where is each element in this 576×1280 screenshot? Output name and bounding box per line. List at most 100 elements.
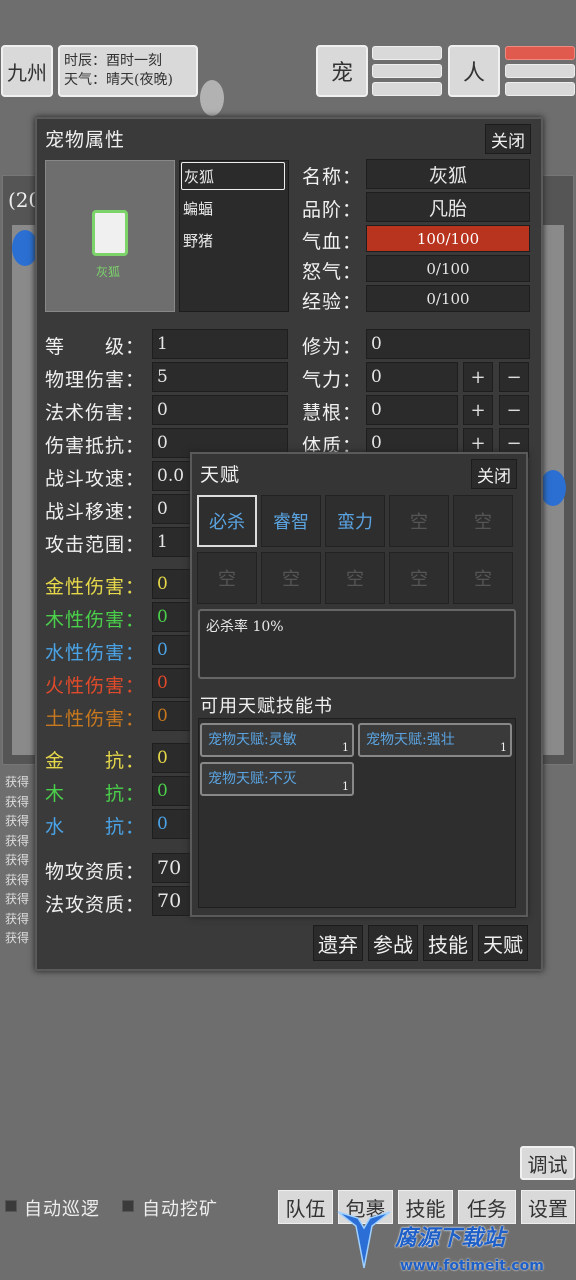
time-label: 时辰：酉时一刻 [64, 53, 162, 69]
auto-mine-label: 自动挖矿 [142, 1199, 218, 1220]
talent-book-count: 1 [500, 741, 507, 754]
talent-slot-empty[interactable]: 空 [261, 552, 321, 604]
talent-book-item[interactable]: 宠物天赋:不灭 1 [200, 762, 354, 796]
stat-value-wisdom: 0 [366, 395, 458, 425]
elem-dmg-label-earth: 土性伤害： [45, 708, 146, 730]
auto-patrol-checkbox[interactable] [5, 1200, 17, 1212]
elem-res-label-metal: 金 抗： [45, 750, 146, 772]
stat-label-cultivation: 修为： [302, 336, 363, 358]
log-entry: 获得 [5, 931, 30, 945]
talent-book-count: 1 [342, 780, 349, 793]
auto-patrol-label: 自动巡逻 [24, 1199, 100, 1220]
watermark-logo-icon [336, 1208, 392, 1272]
log-entry: 获得 [5, 872, 30, 887]
talent-book-count: 1 [342, 741, 349, 754]
weather-label: 天气：晴天(夜晚) [64, 72, 173, 88]
talent-book-item[interactable]: 宠物天赋:灵敏 1 [200, 723, 354, 757]
talent-slot-empty[interactable]: 空 [325, 552, 385, 604]
talent-slot-empty[interactable]: 空 [453, 552, 513, 604]
pet-panel-close-button[interactable]: 关闭 [485, 124, 531, 154]
talent-panel-title: 天赋 [200, 464, 241, 486]
player-hp-bar [505, 46, 575, 60]
time-weather-box: 时辰：酉时一刻 天气：晴天(夜晚) [58, 45, 198, 97]
stat-value-magic-damage: 0 [152, 395, 288, 425]
aptitude-label-physical: 物攻资质： [45, 861, 146, 883]
info-label-grade: 品阶： [302, 199, 363, 221]
wisdom-minus-button[interactable]: − [499, 395, 529, 425]
pet-list-item[interactable]: 蝙蝠 [183, 198, 213, 219]
info-label-hp: 气血： [302, 231, 363, 253]
log-entry: 获得 [5, 892, 30, 906]
location-button[interactable]: 九州 [1, 45, 53, 97]
aptitude-label-magic: 法攻资质： [45, 894, 146, 916]
person-button[interactable]: 人 [448, 45, 500, 97]
pet-sprite-name: 灰狐 [96, 265, 121, 279]
hp-bar-text: 100/100 [416, 229, 480, 248]
elem-dmg-label-water: 水性伤害： [45, 642, 146, 664]
info-value-name: 灰狐 [366, 159, 530, 189]
join-battle-button[interactable]: 参战 [368, 925, 418, 961]
stat-label-wisdom: 慧根： [302, 402, 363, 424]
books-title: 可用天赋技能书 [200, 696, 333, 717]
pet-list-item[interactable]: 野猪 [183, 230, 213, 251]
elem-dmg-label-fire: 火性伤害： [45, 675, 146, 697]
nav-skills-button[interactable]: 技能 [398, 1190, 453, 1224]
pet-panel-title: 宠物属性 [45, 129, 126, 151]
strength-minus-button[interactable]: − [499, 362, 529, 392]
talent-description: 必杀率 10% [198, 609, 516, 679]
talent-slot-selected[interactable]: 必杀 [197, 495, 257, 547]
stat-label-attack-speed: 战斗攻速： [45, 468, 146, 490]
stat-label-attack-range: 攻击范围： [45, 534, 146, 556]
info-value-exp: 0/100 [366, 285, 530, 312]
auto-mine-checkbox[interactable] [122, 1200, 134, 1212]
stat-label-move-speed: 战斗移速： [45, 501, 146, 523]
watermark-text: 腐源下载站 [395, 1226, 506, 1251]
pet-button[interactable]: 宠 [316, 45, 368, 97]
debug-button[interactable]: 调试 [520, 1146, 575, 1180]
info-value-grade: 凡胎 [366, 192, 530, 222]
info-value-rage: 0/100 [366, 255, 530, 282]
strength-plus-button[interactable]: + [463, 362, 493, 392]
talent-panel-close-button[interactable]: 关闭 [471, 459, 517, 489]
log-entry: 获得 [5, 814, 30, 828]
stat-label-strength: 气力： [302, 369, 363, 391]
log-entry: 获得 [5, 775, 30, 789]
log-entry: 获得 [5, 833, 30, 848]
talent-slot[interactable]: 蛮力 [325, 495, 385, 547]
talent-book-name: 宠物天赋:强壮 [366, 732, 455, 748]
nav-quest-button[interactable]: 任务 [458, 1190, 516, 1224]
info-label-name: 名称： [302, 166, 363, 188]
talent-slot-empty[interactable]: 空 [453, 495, 513, 547]
elem-res-label-wood: 木 抗： [45, 783, 146, 805]
wisdom-plus-button[interactable]: + [463, 395, 493, 425]
stat-label-physical-damage: 物理伤害： [45, 369, 146, 391]
pet-exp-bar [372, 82, 442, 96]
log-entry: 获得 [5, 853, 30, 867]
stat-label-magic-damage: 法术伤害： [45, 402, 146, 424]
stat-label-level: 等 级： [45, 336, 146, 358]
nav-settings-button[interactable]: 设置 [521, 1190, 575, 1224]
nav-team-button[interactable]: 队伍 [278, 1190, 333, 1224]
elem-dmg-label-metal: 金性伤害： [45, 576, 146, 598]
talent-slot-empty[interactable]: 空 [389, 495, 449, 547]
pet-mp-bar [372, 64, 442, 78]
stat-value-cultivation: 0 [366, 329, 530, 359]
abandon-button[interactable]: 遗弃 [313, 925, 363, 961]
enemy-marker [540, 470, 566, 506]
talent-slot-empty[interactable]: 空 [389, 552, 449, 604]
info-label-rage: 怒气： [302, 261, 363, 283]
watermark-url: www.fotimeit.com [400, 1258, 544, 1274]
pet-talent-button[interactable]: 天赋 [478, 925, 528, 961]
pet-skills-button[interactable]: 技能 [423, 925, 473, 961]
elem-dmg-label-wood: 木性伤害： [45, 609, 146, 631]
stat-label-damage-resist: 伤害抵抗： [45, 435, 146, 457]
talent-slot-empty[interactable]: 空 [197, 552, 257, 604]
stat-value-physical-damage: 5 [152, 362, 288, 392]
pet-list-item-selected[interactable]: 灰狐 [181, 162, 285, 190]
player-exp-bar [505, 82, 575, 96]
stat-value-level: 1 [152, 329, 288, 359]
player-mp-bar [505, 64, 575, 78]
talent-book-item[interactable]: 宠物天赋:强壮 1 [358, 723, 512, 757]
elem-res-label-water: 水 抗： [45, 816, 146, 838]
talent-slot[interactable]: 睿智 [261, 495, 321, 547]
